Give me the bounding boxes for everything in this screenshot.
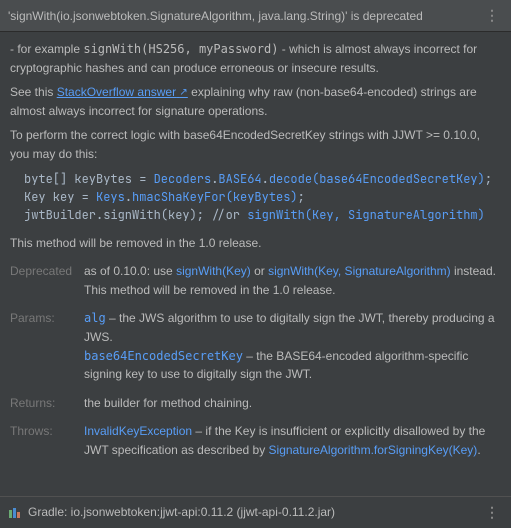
deprecation-title: 'signWith(io.jsonwebtoken.SignatureAlgor… — [8, 9, 423, 23]
signwith-key-link[interactable]: signWith(Key) — [176, 264, 251, 278]
label-throws: Throws: — [10, 422, 84, 459]
info-table: Deprecated as of 0.10.0: use signWith(Ke… — [10, 262, 501, 459]
tooltip-header: 'signWith(io.jsonwebtoken.SignatureAlgor… — [0, 0, 511, 32]
forsigningkey-link[interactable]: SignatureAlgorithm.forSigningKey(Key) — [269, 443, 478, 457]
external-link-icon: ↗ — [179, 87, 187, 98]
paragraph-removal: This method will be removed in the 1.0 r… — [10, 234, 501, 253]
label-params: Params: — [10, 309, 84, 383]
row-params: Params: alg – the JWS algorithm to use t… — [10, 309, 501, 383]
paragraph-instruction: To perform the correct logic with base64… — [10, 126, 501, 163]
code-example: byte[] keyBytes = Decoders.BASE64.decode… — [24, 170, 501, 224]
stackoverflow-link[interactable]: StackOverflow answer ↗ — [57, 85, 188, 99]
gradle-source-text: Gradle: io.jsonwebtoken:jjwt-api:0.11.2 … — [28, 505, 335, 519]
value-returns: the builder for method chaining. — [84, 394, 501, 413]
signwith-key-alg-link[interactable]: signWith(Key, SignatureAlgorithm) — [268, 264, 451, 278]
footer-more-icon[interactable]: ⋮ — [481, 502, 503, 523]
gradle-icon — [8, 505, 22, 520]
value-throws: InvalidKeyException – if the Key is insu… — [84, 422, 501, 459]
more-actions-icon[interactable]: ⋮ — [481, 5, 503, 26]
doc-content[interactable]: - for example signWith(HS256, myPassword… — [0, 32, 511, 502]
paragraph-see-this: See this StackOverflow answer ↗ explaini… — [10, 83, 501, 120]
invalid-key-exception-link[interactable]: InvalidKeyException — [84, 424, 192, 438]
row-throws: Throws: InvalidKeyException – if the Key… — [10, 422, 501, 459]
value-deprecated: as of 0.10.0: use signWith(Key) or signW… — [84, 262, 501, 299]
tooltip-footer: Gradle: io.jsonwebtoken:jjwt-api:0.11.2 … — [0, 496, 511, 528]
row-returns: Returns: the builder for method chaining… — [10, 394, 501, 413]
value-params: alg – the JWS algorithm to use to digita… — [84, 309, 501, 383]
footer-left: Gradle: io.jsonwebtoken:jjwt-api:0.11.2 … — [8, 505, 335, 520]
paragraph-example: - for example signWith(HS256, myPassword… — [10, 40, 501, 77]
row-deprecated: Deprecated as of 0.10.0: use signWith(Ke… — [10, 262, 501, 299]
label-deprecated: Deprecated — [10, 262, 84, 299]
label-returns: Returns: — [10, 394, 84, 413]
